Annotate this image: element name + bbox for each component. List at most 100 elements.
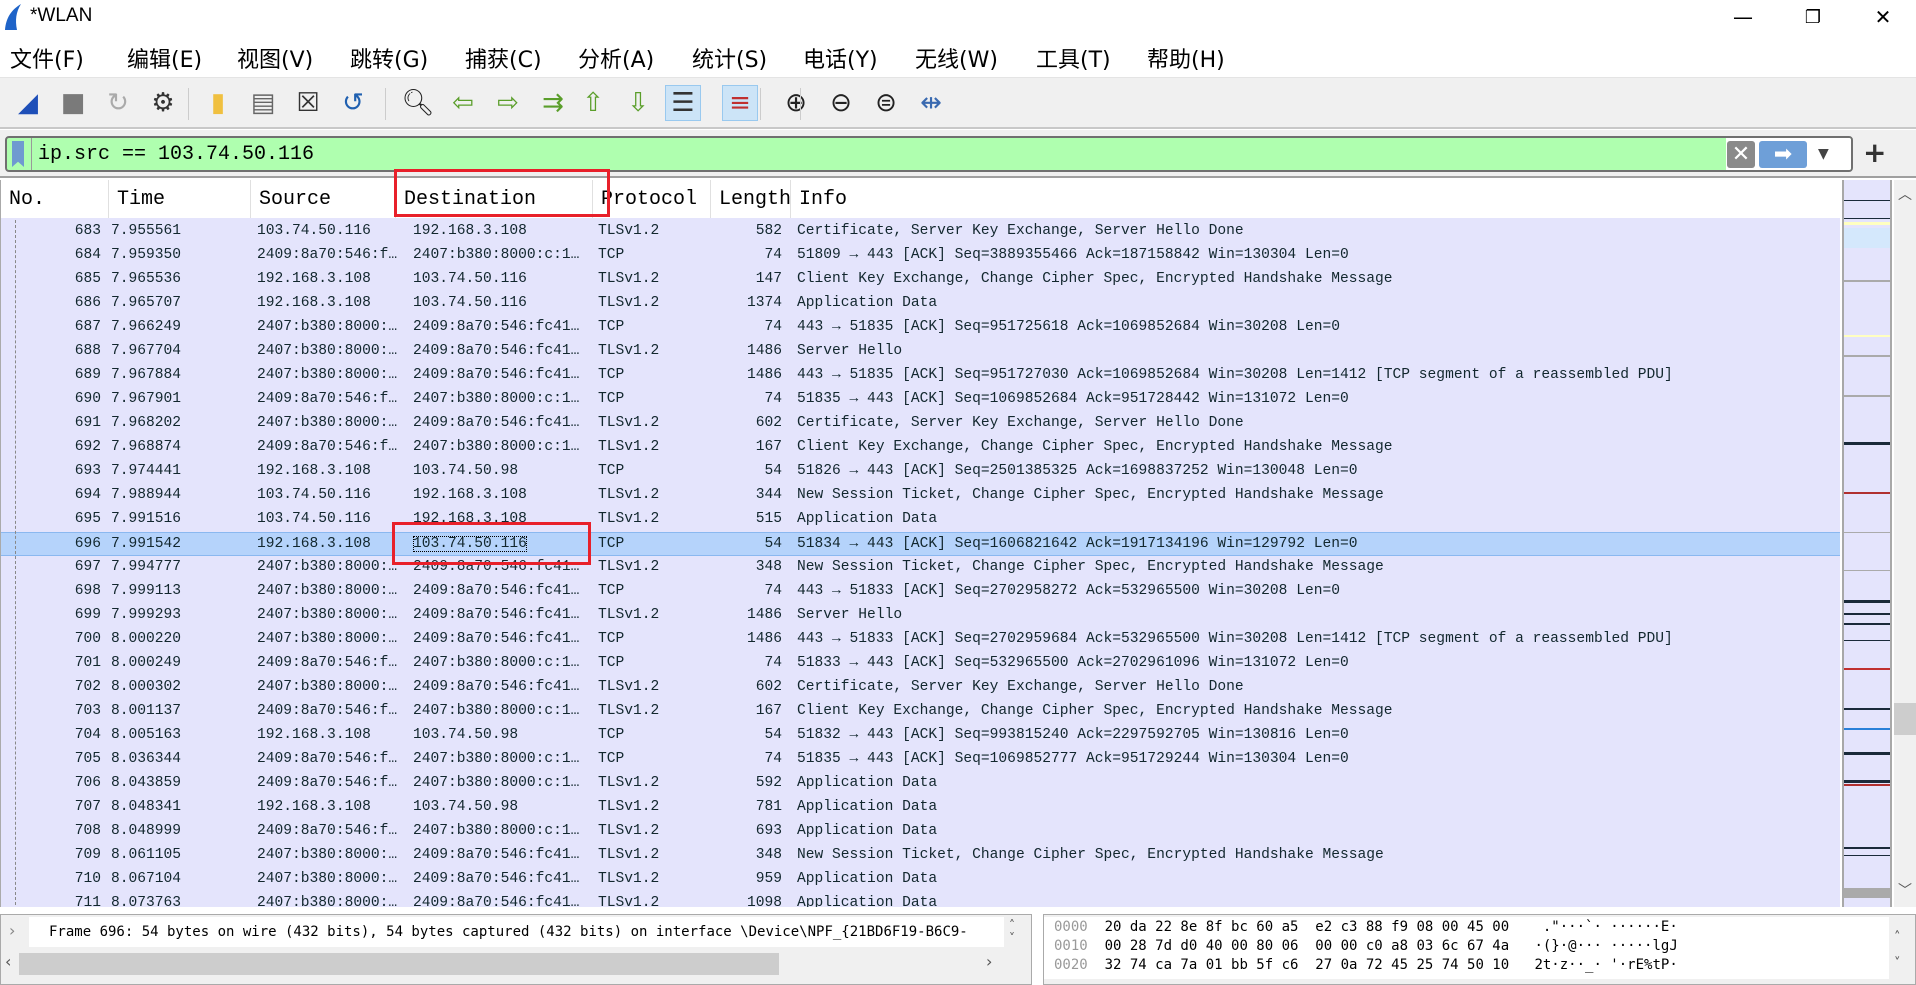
- packet-row[interactable]: 707 8.048341 192.168.3.108 103.74.50.98 TLSv…: [1, 796, 1840, 820]
- first-packet-button[interactable]: ⇧: [575, 85, 611, 121]
- packet-row[interactable]: 705 8.036344 2409:8a70:546:f… 2407:b380:800…: [1, 748, 1840, 772]
- scroll-left-icon[interactable]: ‹: [5, 952, 11, 971]
- conversation-line: [15, 220, 16, 907]
- close-file-button[interactable]: ☒: [290, 85, 326, 121]
- open-file-button[interactable]: ▮: [200, 85, 236, 121]
- packet-row[interactable]: 702 8.000302 2407:b380:8000:… 2409:8a70:546…: [1, 676, 1840, 700]
- packet-row[interactable]: 706 8.043859 2409:8a70:546:f… 2407:b380:800…: [1, 772, 1840, 796]
- display-filter-input[interactable]: [31, 138, 1731, 170]
- packet-row[interactable]: 686 7.965707 192.168.3.108 103.74.50.116 TLS…: [1, 292, 1840, 316]
- menu-item[interactable]: 帮助(H): [1147, 42, 1225, 74]
- packet-row[interactable]: 711 8.073763 2407:b380:8000:… 2409:8a70:546…: [1, 892, 1840, 907]
- packet-row[interactable]: 691 7.968202 2407:b380:8000:… 2409:8a70:546…: [1, 412, 1840, 436]
- go-back-button[interactable]: ⇦: [445, 85, 481, 121]
- frame-summary-item[interactable]: Frame 696: 54 bytes on wire (432 bits), …: [29, 917, 1004, 947]
- packet-row[interactable]: 708 8.048999 2409:8a70:546:f… 2407:b380:800…: [1, 820, 1840, 844]
- packet-row[interactable]: 683 7.955561 103.74.50.116 192.168.3.108 TLS…: [1, 220, 1840, 244]
- find-packet-button[interactable]: 🔍︎: [400, 85, 436, 121]
- hex-bytes[interactable]: 00 28 7d d0 40 00 80 06 00 00 c0 a8 03 6…: [1105, 938, 1510, 954]
- packet-row[interactable]: 690 7.967901 2409:8a70:546:f… 2407:b380:800…: [1, 388, 1840, 412]
- scroll-up-icon[interactable]: ︿: [1898, 184, 1912, 204]
- hex-ascii[interactable]: ."···`· ······E·: [1534, 919, 1678, 935]
- packet-row[interactable]: 687 7.966249 2407:b380:8000:… 2409:8a70:546…: [1, 316, 1840, 340]
- packet-row[interactable]: 692 7.968874 2409:8a70:546:f… 2407:b380:800…: [1, 436, 1840, 460]
- zoom-out-button[interactable]: ⊖: [823, 85, 859, 121]
- restart-capture-button[interactable]: ↻: [100, 85, 136, 121]
- save-file-button[interactable]: ▤: [245, 85, 281, 121]
- last-packet-button[interactable]: ⇩: [620, 85, 656, 121]
- column-header-no[interactable]: No.: [1, 180, 109, 218]
- go-forward-button[interactable]: ⇨: [490, 85, 526, 121]
- packet-row[interactable]: 703 8.001137 2409:8a70:546:f… 2407:b380:800…: [1, 700, 1840, 724]
- packet-row[interactable]: 700 8.000220 2407:b380:8000:… 2409:8a70:546…: [1, 628, 1840, 652]
- column-header-source[interactable]: Source: [251, 180, 396, 218]
- packet-row[interactable]: 693 7.974441 192.168.3.108 103.74.50.98 TCP 5…: [1, 460, 1840, 484]
- menu-item[interactable]: 文件(F): [10, 42, 84, 74]
- column-header-info[interactable]: Info: [791, 180, 1840, 218]
- menu-item[interactable]: 无线(W): [915, 42, 998, 74]
- reload-file-button[interactable]: ↺: [335, 85, 371, 121]
- capture-options-button[interactable]: ⚙: [145, 85, 181, 121]
- go-to-packet-button[interactable]: ⇉: [535, 85, 571, 121]
- packet-row[interactable]: 696 7.991542 192.168.3.108 103.74.50.116 TCP…: [1, 532, 1840, 556]
- add-filter-button[interactable]: +: [1863, 136, 1886, 169]
- autoscroll-button[interactable]: ☰: [665, 85, 701, 121]
- filter-history-dropdown[interactable]: ▼: [1818, 146, 1829, 162]
- packet-row[interactable]: 704 8.005163 192.168.3.108 103.74.50.98 TCP 5…: [1, 724, 1840, 748]
- menu-item[interactable]: 捕获(C): [465, 42, 542, 74]
- detail-hscrollbar[interactable]: ‹ ›: [1, 950, 1031, 976]
- packet-row[interactable]: 698 7.999113 2407:b380:8000:… 2409:8a70:546…: [1, 580, 1840, 604]
- packet-list-scrollbar[interactable]: ︿ ﹀: [1894, 180, 1916, 907]
- column-header-protocol[interactable]: Protocol: [593, 180, 711, 218]
- menu-item[interactable]: 视图(V): [237, 42, 313, 74]
- hscrollbar-thumb[interactable]: [19, 953, 779, 975]
- resize-columns-button[interactable]: ⇹: [913, 85, 949, 121]
- hex-bytes[interactable]: 20 da 22 8e 8f bc 60 a5 e2 c3 88 f9 08 0…: [1105, 919, 1510, 935]
- column-header-length[interactable]: Length: [711, 180, 791, 218]
- packet-row[interactable]: 701 8.000249 2409:8a70:546:f… 2407:b380:800…: [1, 652, 1840, 676]
- hex-bytes[interactable]: 32 74 ca 7a 01 bb 5f c6 27 0a 72 45 25 7…: [1105, 957, 1510, 973]
- start-capture-button[interactable]: ◢: [10, 85, 46, 121]
- menu-item[interactable]: 跳转(G): [350, 42, 428, 74]
- packet-row[interactable]: 685 7.965536 192.168.3.108 103.74.50.116 TLS…: [1, 268, 1840, 292]
- packet-row[interactable]: 699 7.999293 2407:b380:8000:… 2409:8a70:546…: [1, 604, 1840, 628]
- packet-minimap[interactable]: [1842, 180, 1892, 907]
- scroll-right-icon[interactable]: ›: [986, 952, 992, 971]
- expand-chevron-icon[interactable]: ›: [9, 921, 15, 940]
- zoom-in-button[interactable]: ⊕: [778, 85, 814, 121]
- hex-ascii[interactable]: ·(}·@··· ·····lgJ: [1534, 938, 1677, 954]
- hex-ascii[interactable]: 2t·z··_· '·rE%tP·: [1534, 957, 1677, 973]
- minimize-button[interactable]: —: [1713, 0, 1773, 34]
- menu-item[interactable]: 统计(S): [692, 42, 767, 74]
- normal-size-button[interactable]: ⊜: [868, 85, 904, 121]
- packet-row[interactable]: 697 7.994777 2407:b380:8000:… 2409:8a70:546…: [1, 556, 1840, 580]
- colorize-button[interactable]: ≡: [722, 85, 758, 121]
- scroll-down-icon[interactable]: ﹀: [1898, 880, 1912, 900]
- cell-source: 192.168.3.108: [257, 463, 371, 479]
- close-button[interactable]: ✕: [1853, 0, 1913, 34]
- title-bar: *WLAN — ❐ ✕: [0, 0, 1916, 34]
- cell-time: 8.001137: [111, 703, 182, 719]
- packet-row[interactable]: 694 7.988944 103.74.50.116 192.168.3.108 TLS…: [1, 484, 1840, 508]
- menu-item[interactable]: 分析(A): [578, 42, 654, 74]
- packet-row[interactable]: 688 7.967704 2407:b380:8000:… 2409:8a70:546…: [1, 340, 1840, 364]
- menu-item[interactable]: 电话(Y): [803, 42, 878, 74]
- menu-item[interactable]: 工具(T): [1036, 42, 1111, 74]
- scrollbar-thumb[interactable]: [1894, 703, 1916, 735]
- apply-filter-button[interactable]: ➡: [1759, 141, 1807, 168]
- clear-filter-button[interactable]: ✕: [1727, 141, 1755, 168]
- packet-row[interactable]: 709 8.061105 2407:b380:8000:… 2409:8a70:546…: [1, 844, 1840, 868]
- packet-row[interactable]: 710 8.067104 2407:b380:8000:… 2409:8a70:546…: [1, 868, 1840, 892]
- packet-row[interactable]: 695 7.991516 103.74.50.116 192.168.3.108 TLS…: [1, 508, 1840, 532]
- packet-row[interactable]: 689 7.967884 2407:b380:8000:… 2409:8a70:546…: [1, 364, 1840, 388]
- restore-button[interactable]: ❐: [1783, 0, 1843, 34]
- detail-vscroll-icon[interactable]: ˄ ˅: [1009, 919, 1015, 945]
- bytes-vscroll-icon[interactable]: ˄ ˅: [1894, 925, 1901, 977]
- stop-capture-button[interactable]: ■: [55, 85, 91, 121]
- cell-info: New Session Ticket, Change Cipher Spec, …: [797, 559, 1384, 575]
- normal-size-icon: ⊜: [875, 88, 897, 118]
- menu-item[interactable]: 编辑(E): [127, 42, 202, 74]
- bookmark-icon[interactable]: [12, 141, 24, 167]
- packet-row[interactable]: 684 7.959350 2409:8a70:546:f… 2407:b380:800…: [1, 244, 1840, 268]
- cell-time: 7.974441: [111, 463, 182, 479]
